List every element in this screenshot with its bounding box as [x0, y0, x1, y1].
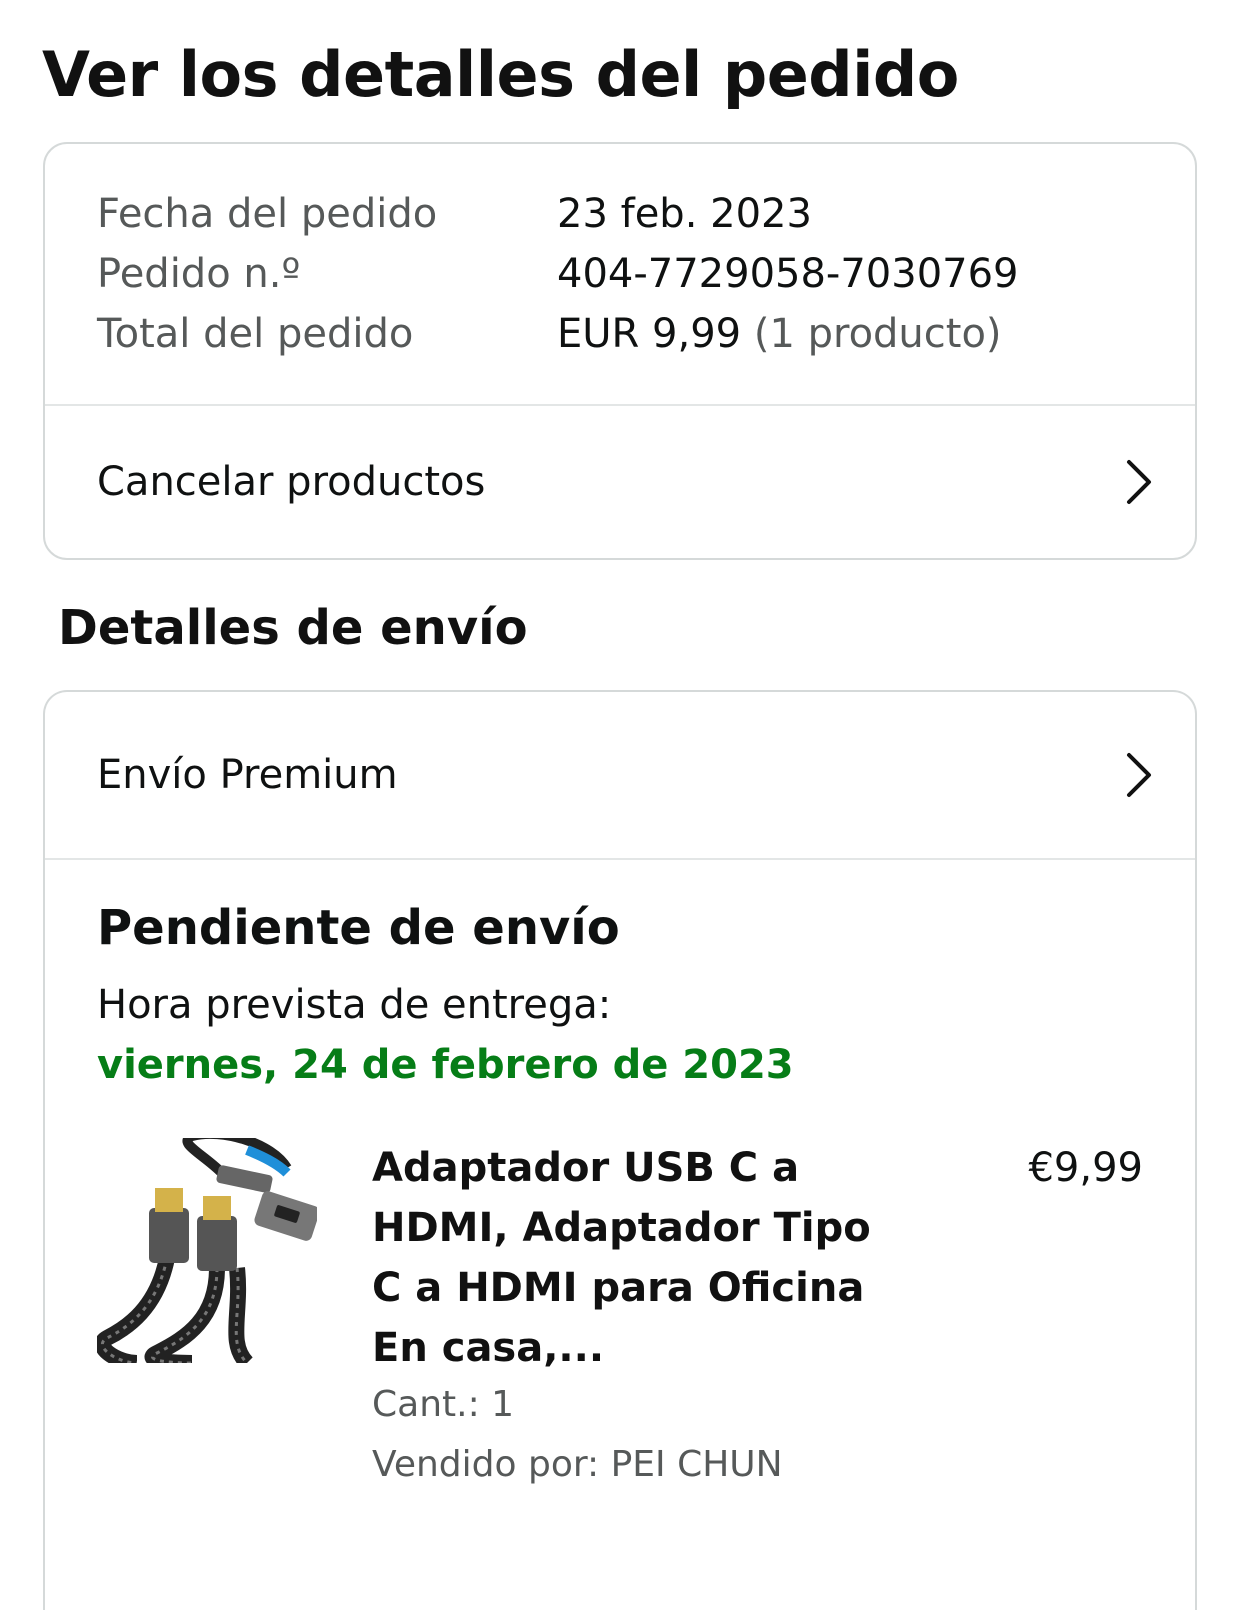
- product-title-link[interactable]: Adaptador USB C a HDMI, Adaptador Tipo C…: [372, 1138, 872, 1378]
- order-summary-card: Fecha del pedido 23 feb. 2023 Pedido n.º…: [43, 142, 1197, 560]
- product-quantity: Cant.: 1: [372, 1384, 515, 1425]
- order-total-amount: EUR 9,99: [557, 311, 742, 357]
- order-total-row: Total del pedido EUR 9,99 (1 producto): [97, 304, 1019, 364]
- shipping-method-label: Envío Premium: [97, 752, 398, 798]
- order-date-row: Fecha del pedido 23 feb. 2023: [97, 184, 1019, 244]
- product-image[interactable]: [97, 1138, 317, 1363]
- order-number-row: Pedido n.º 404-7729058-7030769: [97, 244, 1019, 304]
- order-date-label: Fecha del pedido: [97, 191, 438, 237]
- delivery-estimate-label: Hora prevista de entrega:: [97, 982, 612, 1028]
- product-seller: Vendido por: PEI CHUN: [372, 1444, 783, 1485]
- shipping-section-title: Detalles de envío: [58, 600, 528, 656]
- shipping-method-button[interactable]: Envío Premium: [45, 692, 1195, 858]
- order-number-value: 404-7729058-7030769: [557, 251, 1019, 297]
- shipment-card: Envío Premium Pendiente de envío Hora pr…: [43, 690, 1197, 1610]
- product-price: €9,99: [1028, 1145, 1143, 1191]
- chevron-right-icon: [1127, 753, 1151, 797]
- chevron-right-icon: [1127, 460, 1151, 504]
- order-total-value: EUR 9,99 (1 producto): [557, 311, 1002, 357]
- cancel-products-label: Cancelar productos: [97, 459, 486, 505]
- order-number-label: Pedido n.º: [97, 251, 301, 297]
- page-title: Ver los detalles del pedido: [42, 38, 959, 111]
- shipment-status: Pendiente de envío: [97, 900, 620, 956]
- order-item-count: (1 producto): [753, 311, 1002, 357]
- order-date-value: 23 feb. 2023: [557, 191, 812, 237]
- order-total-label: Total del pedido: [97, 311, 414, 357]
- delivery-estimate-date: viernes, 24 de febrero de 2023: [97, 1042, 794, 1088]
- order-summary: Fecha del pedido 23 feb. 2023 Pedido n.º…: [97, 184, 1019, 364]
- cancel-products-button[interactable]: Cancelar productos: [45, 406, 1195, 558]
- divider: [45, 858, 1195, 860]
